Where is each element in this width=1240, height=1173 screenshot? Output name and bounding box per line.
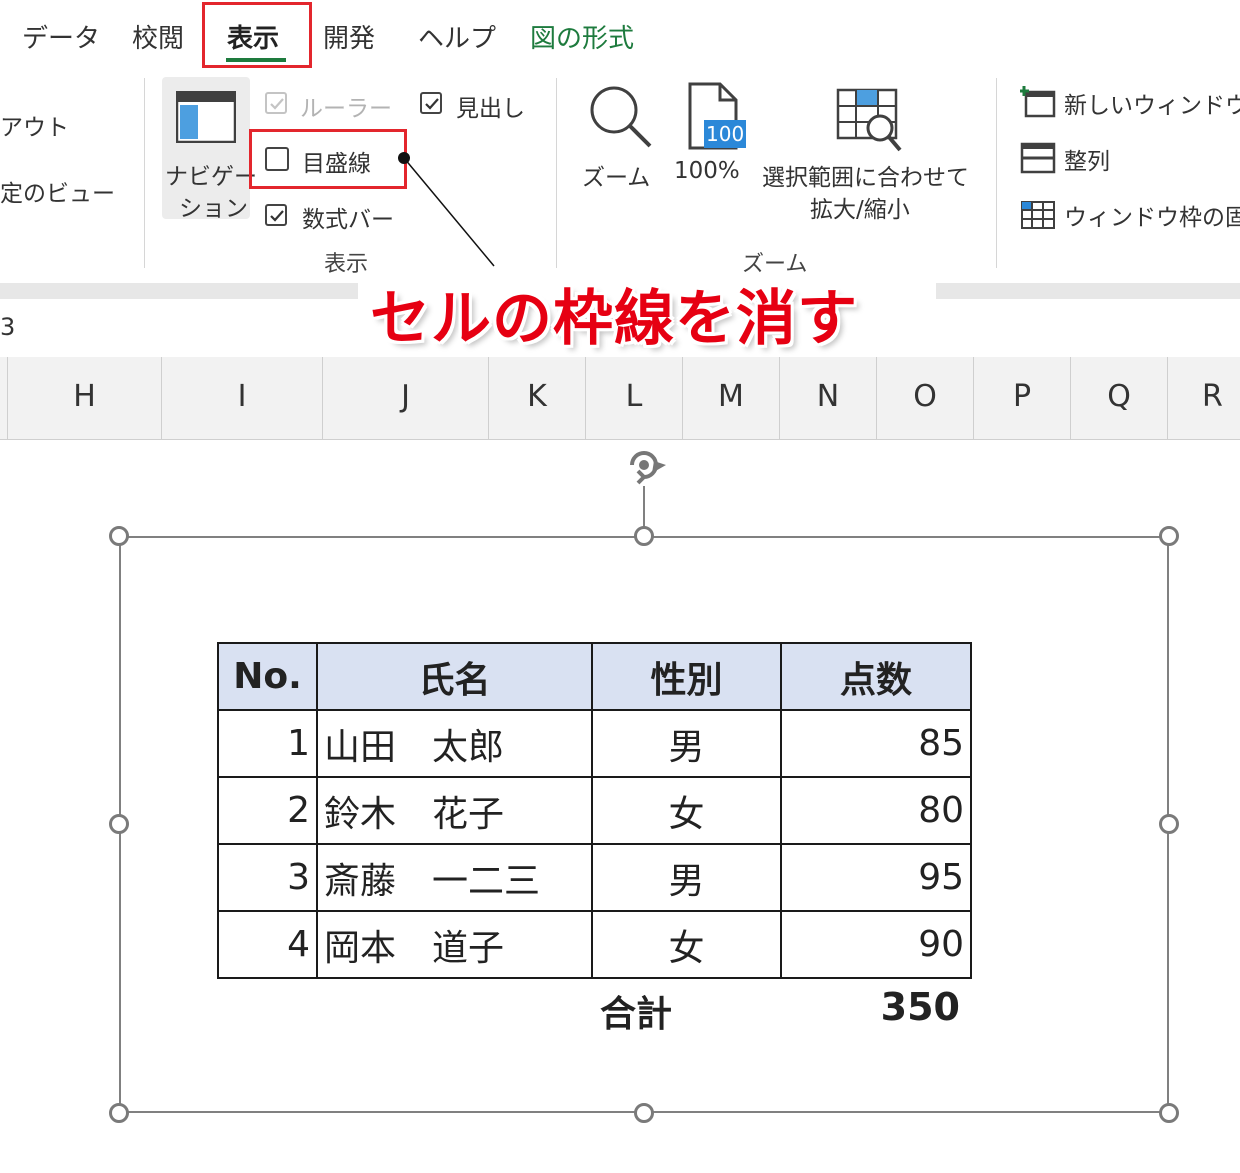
score-table: No. 氏名 性別 点数 1 山田 太郎 男 85 2 鈴木 花子 女 80 3…	[217, 642, 972, 979]
table-row: 1 山田 太郎 男 85	[217, 709, 972, 778]
column-header-h[interactable]: H	[8, 357, 162, 439]
cell-sex: 男	[591, 709, 782, 778]
column-header-o[interactable]: O	[877, 357, 974, 439]
resize-handle-right[interactable]	[1159, 814, 1179, 834]
cell-score: 95	[780, 843, 972, 912]
cell-name: 斎藤 一二三	[316, 843, 593, 912]
column-header-n[interactable]: N	[780, 357, 877, 439]
resize-handle-left[interactable]	[109, 814, 129, 834]
cell-no: 2	[217, 776, 318, 845]
total-label: 合計	[600, 994, 673, 1035]
rotate-handle-icon[interactable]	[620, 443, 680, 487]
cell-name: 鈴木 花子	[316, 776, 593, 845]
column-header-m[interactable]: M	[683, 357, 780, 439]
header-score: 点数	[780, 642, 972, 711]
column-header-j[interactable]: J	[323, 357, 489, 439]
header-no: No.	[217, 642, 318, 711]
cell-score: 85	[780, 709, 972, 778]
resize-handle-top-right[interactable]	[1159, 526, 1179, 546]
cell-score: 90	[780, 910, 972, 979]
resize-handle-top[interactable]	[634, 526, 654, 546]
cell-sex: 男	[591, 843, 782, 912]
cell-sex: 女	[591, 910, 782, 979]
table-header-row: No. 氏名 性別 点数	[217, 642, 972, 711]
resize-handle-bottom[interactable]	[634, 1103, 654, 1123]
column-header-partial[interactable]	[0, 357, 8, 439]
column-header-l[interactable]: L	[586, 357, 683, 439]
column-header-i[interactable]: I	[162, 357, 323, 439]
column-header-p[interactable]: P	[974, 357, 1071, 439]
annotation-text: セルの枠線を消す	[370, 284, 858, 354]
header-name: 氏名	[316, 642, 593, 711]
column-header-k[interactable]: K	[489, 357, 586, 439]
cell-name: 岡本 道子	[316, 910, 593, 979]
resize-handle-bottom-left[interactable]	[109, 1103, 129, 1123]
table-row: 2 鈴木 花子 女 80	[217, 776, 972, 845]
header-sex: 性別	[591, 642, 782, 711]
cell-no: 3	[217, 843, 318, 912]
column-header-q[interactable]: Q	[1071, 357, 1168, 439]
cell-sex: 女	[591, 776, 782, 845]
column-header-r[interactable]: R	[1168, 357, 1240, 439]
cell-score: 80	[780, 776, 972, 845]
table-row: 3 斎藤 一二三 男 95	[217, 843, 972, 912]
cell-name: 山田 太郎	[316, 709, 593, 778]
resize-handle-bottom-right[interactable]	[1159, 1103, 1179, 1123]
cell-no: 1	[217, 709, 318, 778]
cell-no: 4	[217, 910, 318, 979]
resize-handle-top-left[interactable]	[109, 526, 129, 546]
table-row: 4 岡本 道子 女 90	[217, 910, 972, 979]
total-value: 350	[880, 985, 960, 1029]
column-header-row: H I J K L M N O P Q R	[0, 357, 1240, 440]
